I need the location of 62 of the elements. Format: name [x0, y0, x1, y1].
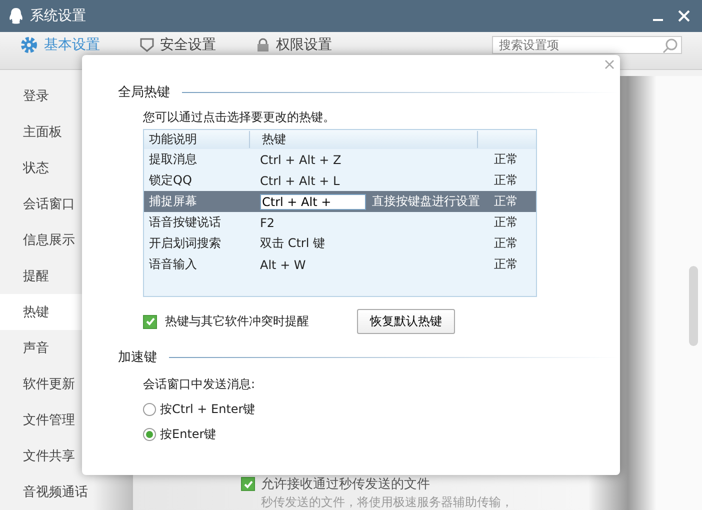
hint-text: 您可以通过点击选择要更改的热键。	[143, 109, 336, 126]
shield-icon	[140, 38, 154, 52]
table-cell: Alt + W	[260, 258, 306, 272]
table-cell: 双击 Ctrl 键	[260, 235, 325, 252]
radio-icon[interactable]	[143, 403, 156, 416]
prompt-text: 会话窗口中发送消息:	[143, 376, 256, 393]
close-button[interactable]	[605, 60, 614, 69]
table-cell-text: 提取消息	[148, 151, 198, 168]
hotkey-input[interactable]: Ctrl + Alt +	[260, 194, 366, 210]
sidebar-item[interactable]: 状态	[0, 150, 133, 186]
table-cell-text: 语音输入	[148, 256, 198, 273]
input-hint: 直接按键盘进行设置	[372, 193, 480, 210]
table-row[interactable]: 语音按键说话 F2 正常	[144, 212, 536, 233]
sidebar-item[interactable]: 主面板	[0, 114, 133, 150]
window-title: 系统设置	[30, 7, 87, 25]
table-row[interactable]: 开启划词搜索 双击 Ctrl 键 正常	[144, 233, 536, 254]
table-cell-text: 正常	[493, 151, 518, 168]
penguin-icon	[8, 7, 24, 25]
table-cell-text: 正常	[493, 172, 518, 189]
table-cell: Ctrl + Alt + Z	[260, 152, 342, 166]
checkbox-label: 允许接收通过秒传发送的文件	[261, 476, 430, 493]
table-cell: Ctrl + Alt + L	[260, 174, 340, 188]
table-row[interactable]: 捕捉屏幕 Ctrl + Alt + 直接按键盘进行设置 正常	[144, 191, 536, 212]
sidebar-item[interactable]: 会话窗口	[0, 186, 133, 222]
gear-icon	[20, 36, 38, 54]
close-icon[interactable]	[678, 10, 690, 22]
table-row[interactable]: 锁定QQ Ctrl + Alt + L 正常	[144, 170, 536, 191]
section-heading: 全局热键	[118, 84, 170, 101]
sidebar-item[interactable]: 信息展示	[0, 222, 133, 258]
sidebar-item[interactable]: 提醒	[0, 258, 133, 294]
sidebar-item[interactable]: 文件共享	[0, 438, 133, 474]
table-cell-text: 正常	[493, 256, 518, 273]
settings-tab[interactable]: 权限设置	[256, 36, 332, 54]
table-cell-text: 锁定QQ	[148, 172, 193, 189]
sidebar-item[interactable]: 文件管理	[0, 402, 133, 438]
checkbox[interactable]	[143, 314, 157, 328]
checkbox[interactable]	[241, 477, 255, 491]
table-cell: F2	[260, 216, 275, 230]
sidebar-item[interactable]: 软件更新	[0, 366, 133, 402]
table-cell-text: 捕捉屏幕	[148, 193, 198, 210]
radio-icon[interactable]	[143, 428, 156, 441]
table-row[interactable]: 提取消息 Ctrl + Alt + Z 正常	[144, 149, 536, 170]
table-cell-text: 正常	[493, 235, 518, 252]
checkbox-label: 热键与其它软件冲突时提醒	[165, 313, 309, 330]
sidebar-item[interactable]: 音视频通话	[0, 474, 133, 510]
section-heading: 加速键	[118, 349, 157, 366]
radio-option[interactable]: 按Enter键	[143, 426, 620, 443]
search-icon[interactable]	[662, 38, 678, 54]
setting-description: 秒传发送的文件，将使用极速服务器辅助传输，	[260, 494, 514, 510]
search-field[interactable]: 搜索设置项	[492, 36, 682, 54]
table-row[interactable]: 语音输入 Alt + W 正常	[144, 254, 536, 275]
table-cell-text: 语音按键说话	[148, 214, 222, 231]
settings-tab[interactable]: 安全设置	[140, 36, 216, 54]
scrollbar-thumb[interactable]	[689, 266, 698, 346]
column-header: 热键	[250, 131, 478, 148]
table-cell-text: 正常	[493, 214, 518, 231]
restore-button[interactable]: 恢复默认热键	[357, 309, 455, 334]
lock-icon	[256, 38, 270, 52]
column-header: 功能说明	[144, 131, 250, 148]
table-cell-text: 正常	[493, 193, 518, 210]
radio-option[interactable]: 按Ctrl + Enter键	[143, 401, 620, 418]
table-cell-text: 开启划词搜索	[148, 235, 222, 252]
